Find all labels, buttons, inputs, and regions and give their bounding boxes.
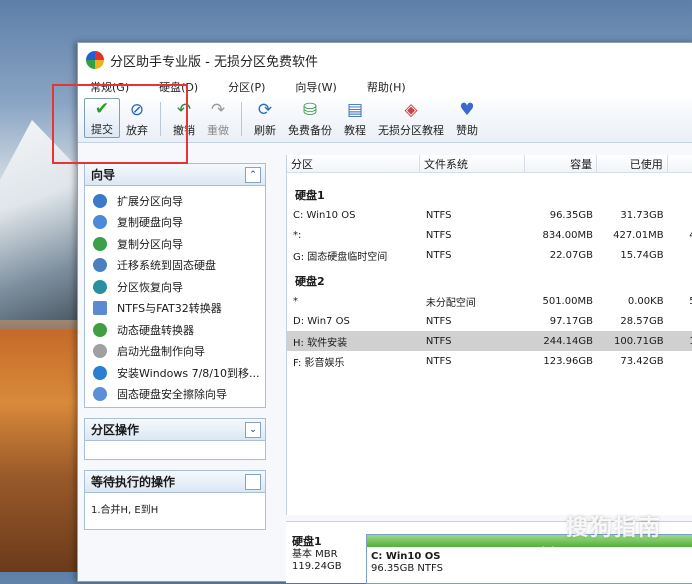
table-header: 分区 文件系统 容量 已使用: [287, 155, 692, 173]
extend-partition-icon: [93, 193, 107, 208]
pending-ops-panel: 等待执行的操作 1.合并H, E到H: [84, 470, 266, 530]
wizard-item-migrate-ssd[interactable]: 迁移系统到固态硬盘: [85, 255, 265, 277]
migrate-os-icon: [93, 258, 107, 273]
annotation-highlight-box: [52, 84, 188, 164]
table-row-selected[interactable]: H: 软件安装 NTFS 244.14GB 100.71GB 14: [287, 331, 692, 351]
background-hills: [0, 330, 80, 572]
partition-ops-panel: 分区操作 ⌄: [84, 418, 266, 460]
col-more[interactable]: [668, 155, 692, 172]
toolbar-separator: [241, 102, 242, 136]
wizard-item-copy-partition[interactable]: 复制分区向导: [85, 233, 265, 255]
backup-label: 免费备份: [288, 124, 332, 137]
install-windows-icon: [93, 365, 107, 380]
backup-icon: ⛁: [302, 100, 318, 120]
table-row[interactable]: D: Win7 OS NTFS 97.17GB 28.57GB 6: [287, 311, 692, 331]
wizard-list: 扩展分区向导 复制硬盘向导 复制分区向导 迁移系统到固态硬盘 分区恢复向导 NT…: [85, 186, 265, 407]
table-row[interactable]: *: NTFS 834.00MB 427.01MB 40: [287, 225, 692, 245]
tutorial-label: 教程: [344, 124, 366, 137]
copy-partition-icon: [93, 236, 107, 251]
col-capacity[interactable]: 容量: [525, 155, 598, 172]
ssd-erase-icon: [93, 387, 107, 402]
wizard-item-copy-disk[interactable]: 复制硬盘向导: [85, 212, 265, 234]
wizard-item-boot-disc[interactable]: 启动光盘制作向导: [85, 341, 265, 363]
table-row[interactable]: C: Win10 OS NTFS 96.35GB 31.73GB 6: [287, 205, 692, 225]
wizard-item-ntfs-fat32[interactable]: NTFS与FAT32转换器: [85, 298, 265, 320]
partition-table: 分区 文件系统 容量 已使用 硬盘1 C: Win10 OS NTFS 96.3…: [286, 155, 692, 515]
wizard-item-install-windows[interactable]: 安装Windows 7/8/10到移...: [85, 362, 265, 384]
tutorial-icon: ▤: [346, 100, 364, 120]
lossless-tutorial-label: 无损分区教程: [378, 124, 444, 137]
wizard-item-recovery[interactable]: 分区恢复向导: [85, 276, 265, 298]
disk-map-name: 硬盘1: [292, 535, 322, 548]
copy-disk-icon: [93, 215, 107, 230]
table-row[interactable]: G: 固态硬盘临时空间 NTFS 22.07GB 15.74GB: [287, 245, 692, 265]
menu-wizard[interactable]: 向导(W): [295, 79, 336, 95]
wizard-item-dynamic-disk[interactable]: 动态硬盘转换器: [85, 319, 265, 341]
refresh-label: 刷新: [254, 124, 276, 137]
table-row[interactable]: F: 影音娱乐 NTFS 123.96GB 73.42GB 5: [287, 351, 692, 371]
pending-op-item: 1.合并H, E到H: [91, 505, 159, 516]
partition-block-name: C: Win10 OS: [371, 551, 441, 562]
refresh-icon: ⟳: [257, 100, 273, 120]
tutorial-button[interactable]: ▤ 教程: [338, 98, 372, 138]
watermark-url: zhinan.sogou.com: [533, 544, 670, 562]
pending-ops-title: 等待执行的操作: [91, 475, 176, 489]
wizard-panel-header: 向导 ⌃: [85, 164, 265, 186]
lossless-tutorial-icon: ◈: [404, 100, 418, 120]
redo-label: 重做: [207, 124, 229, 137]
table-row[interactable]: * 未分配空间 501.00MB 0.00KB 50: [287, 291, 692, 311]
dynamic-disk-icon: [93, 322, 107, 337]
pending-collapse-icon[interactable]: [245, 473, 261, 490]
refresh-button[interactable]: ⟳ 刷新: [248, 98, 282, 138]
wizard-item-ssd-erase[interactable]: 固态硬盘安全擦除向导: [85, 384, 265, 406]
donate-label: 赞助: [456, 124, 478, 137]
menu-partition[interactable]: 分区(P): [228, 79, 265, 95]
menu-help[interactable]: 帮助(H): [367, 79, 406, 95]
pending-ops-header: 等待执行的操作: [85, 471, 265, 493]
disk-map-label[interactable]: 硬盘1 基本 MBR 119.24GB: [292, 536, 342, 573]
expand-down-icon[interactable]: ⌄: [245, 421, 261, 438]
window-title: 分区助手专业版 - 无损分区免费软件: [110, 54, 318, 70]
left-panel: 向导 ⌃ 扩展分区向导 复制硬盘向导 复制分区向导 迁移系统到固态硬盘 分区恢复…: [84, 163, 266, 540]
recovery-icon: [93, 279, 107, 294]
wizard-panel: 向导 ⌃ 扩展分区向导 复制硬盘向导 复制分区向导 迁移系统到固态硬盘 分区恢复…: [84, 163, 266, 408]
backup-button[interactable]: ⛁ 免费备份: [282, 98, 338, 138]
heart-icon: ♥: [459, 100, 475, 120]
disk-header[interactable]: 硬盘1: [287, 185, 692, 205]
boot-disc-icon: [93, 344, 107, 359]
lossless-tutorial-button[interactable]: ◈ 无损分区教程: [372, 98, 450, 138]
donate-button[interactable]: ♥ 赞助: [450, 98, 484, 138]
col-used[interactable]: 已使用: [597, 155, 668, 172]
app-logo-icon: [86, 51, 104, 69]
partition-ops-body: [85, 441, 265, 459]
wizard-item-extend[interactable]: 扩展分区向导: [85, 190, 265, 212]
col-filesystem[interactable]: 文件系统: [420, 155, 525, 172]
wizard-panel-title: 向导: [91, 168, 116, 182]
titlebar: 分区助手专业版 - 无损分区免费软件: [78, 43, 692, 77]
partition-block-info: 96.35GB NTFS: [371, 563, 443, 574]
disk-map-type: 基本 MBR: [292, 549, 338, 560]
redo-icon: ↷: [210, 100, 226, 120]
partition-ops-title: 分区操作: [91, 423, 140, 437]
redo-button[interactable]: ↷ 重做: [201, 98, 235, 138]
disk-map-size: 119.24GB: [292, 561, 342, 572]
col-partition[interactable]: 分区: [287, 155, 421, 172]
watermark: 搜狗指南: [565, 516, 662, 541]
partition-ops-header: 分区操作 ⌄: [85, 419, 265, 441]
collapse-up-icon[interactable]: ⌃: [245, 166, 261, 183]
convert-fs-icon: [93, 301, 107, 316]
disk-header[interactable]: 硬盘2: [287, 271, 692, 291]
